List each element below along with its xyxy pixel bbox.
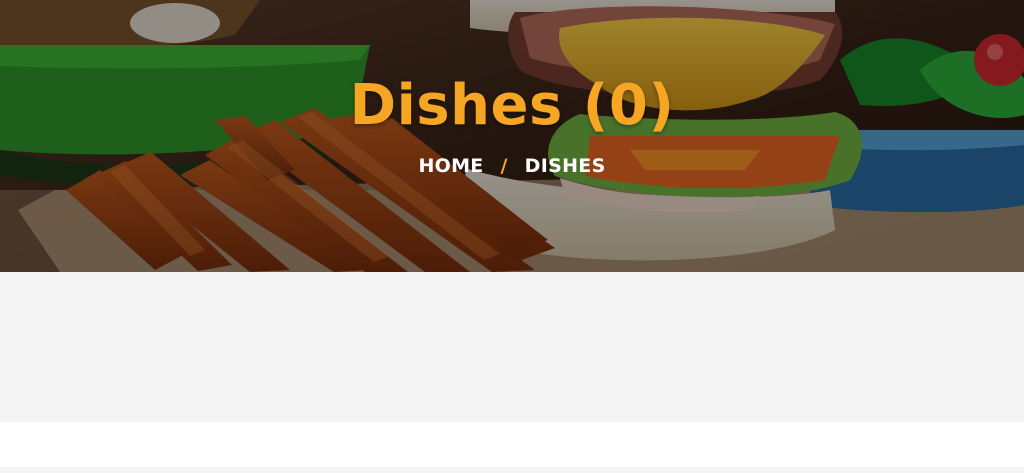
hero-content: Dishes (0) HOME / DISHES [0,70,1024,178]
breadcrumb-separator: / [500,155,508,177]
dish-list-empty-area [0,272,1024,422]
breadcrumb-home-link[interactable]: HOME [418,155,483,177]
page-title: Dishes (0) [349,73,675,138]
section-spacer [0,422,1024,467]
breadcrumb: HOME / DISHES [0,154,1024,178]
breadcrumb-current-page: DISHES [524,155,606,177]
page-hero: Dishes (0) HOME / DISHES [0,0,1024,272]
page-footer-edge [0,467,1024,473]
